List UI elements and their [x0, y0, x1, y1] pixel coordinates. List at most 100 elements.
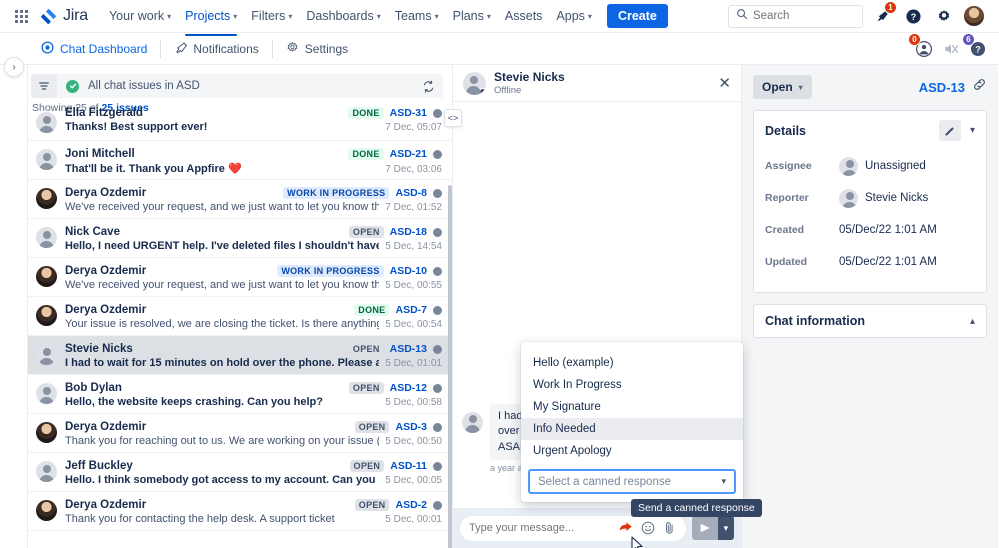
issue-key[interactable]: ASD-2 [395, 499, 427, 511]
field-value[interactable]: Unassigned [839, 156, 926, 176]
table-row[interactable]: Bob Dylan OPEN ASD-12 Hello, the website… [28, 375, 452, 414]
table-row[interactable]: Nick Cave OPEN ASD-18 Hello, I need URGE… [28, 219, 452, 258]
contact-name: Derya Ozdemir [65, 499, 147, 511]
sidebar-expand-button[interactable]: › [4, 57, 24, 77]
canned-response-icon[interactable] [618, 521, 633, 536]
jira-logo-link[interactable]: Jira [40, 7, 88, 25]
global-search[interactable] [728, 4, 863, 28]
gear-icon [286, 41, 299, 57]
message-preview: Your issue is resolved, we are closing t… [65, 318, 380, 330]
message-input-wrapper[interactable] [460, 515, 686, 541]
issue-key[interactable]: ASD-13 [390, 343, 427, 355]
chat-information-card[interactable]: Chat information ▴ [753, 304, 987, 338]
canned-option-urgent-apology[interactable]: Urgent Apology [521, 440, 743, 462]
row-tags: OPEN ASD-18 [348, 226, 442, 238]
code-expand-icon[interactable]: <> [444, 109, 462, 127]
row-body: Stevie Nicks OPEN ASD-13 I had to wait f… [65, 343, 442, 369]
notifications-button[interactable]: 1 [870, 1, 897, 28]
canned-response-select[interactable]: Select a canned response ▾ [528, 469, 736, 494]
contact-name: Ella Fitzgerald [65, 107, 143, 119]
row-tags: OPEN ASD-12 [348, 382, 442, 394]
table-row[interactable]: Ella Fitzgerald DONE ASD-31 Thanks! Best… [28, 107, 452, 141]
help-button[interactable]: ? [901, 4, 925, 28]
close-icon[interactable]: ✕ [718, 76, 731, 91]
issue-key[interactable]: ASD-13 [919, 80, 965, 95]
row-preview: Thank you for reaching out to us. We are… [65, 435, 442, 447]
chevron-down-icon[interactable]: ▾ [970, 125, 975, 136]
status-badge: DONE [354, 304, 390, 316]
chat-information-header: Chat information ▴ [754, 305, 986, 337]
nav-projects[interactable]: Projects ▾ [178, 3, 244, 36]
agent-status-icon[interactable]: 0 [908, 32, 935, 60]
field-value[interactable]: Stevie Nicks [839, 188, 928, 208]
issue-key[interactable]: ASD-12 [390, 382, 427, 394]
issue-key[interactable]: ASD-21 [390, 148, 427, 160]
agent-status-badge: 0 [908, 32, 921, 46]
user-avatar[interactable] [963, 5, 985, 27]
canned-option-info-needed[interactable]: Info Needed [521, 418, 743, 440]
left-rail-divider [27, 45, 28, 548]
nav-dashboards[interactable]: Dashboards ▾ [299, 3, 387, 29]
help-circle-icon[interactable]: ? 6 [962, 32, 989, 60]
table-row-selected[interactable]: Stevie Nicks OPEN ASD-13 I had to wait f… [28, 336, 452, 375]
status-dropdown-button[interactable]: Open ▾ [753, 75, 812, 99]
paperclip-icon[interactable] [662, 521, 677, 536]
emoji-icon[interactable] [640, 521, 655, 536]
row-preview: Hello, I need URGENT help. I've deleted … [65, 240, 442, 252]
timestamp: 5 Dec, 00:58 [385, 397, 442, 408]
row-tags: WORK IN PROGRESS ASD-10 [277, 265, 442, 277]
help-badge: 6 [962, 32, 975, 46]
table-row[interactable]: Derya Ozdemir WORK IN PROGRESS ASD-10 We… [28, 258, 452, 297]
tab-settings[interactable]: Settings [273, 33, 361, 64]
issue-key[interactable]: ASD-7 [395, 304, 427, 316]
message-input[interactable] [469, 522, 611, 534]
canned-option-hello[interactable]: Hello (example) [521, 352, 743, 374]
issue-key[interactable]: ASD-18 [390, 226, 427, 238]
issue-key[interactable]: ASD-10 [390, 265, 427, 277]
create-button[interactable]: Create [606, 4, 668, 28]
nav-apps[interactable]: Apps ▾ [549, 3, 599, 29]
canned-option-work-in-progress[interactable]: Work In Progress [521, 374, 743, 396]
field-label: Created [765, 224, 805, 236]
nav-your-work[interactable]: Your work ▾ [102, 3, 178, 29]
nav-filters[interactable]: Filters ▾ [244, 3, 299, 29]
issue-key[interactable]: ASD-31 [390, 107, 427, 119]
field-created: Created 05/Dec/22 1:01 AM [765, 216, 975, 244]
tab-chat-dashboard[interactable]: Chat Dashboard [28, 33, 160, 64]
contact-name: Derya Ozdemir [65, 421, 147, 433]
unread-dot [433, 461, 442, 471]
card-title: Details [765, 123, 806, 138]
refresh-icon[interactable] [422, 80, 435, 93]
issue-key[interactable]: ASD-11 [390, 460, 427, 472]
nav-label: Dashboards [306, 9, 374, 23]
nav-assets[interactable]: Assets [498, 3, 550, 29]
nav-teams[interactable]: Teams ▾ [388, 3, 446, 29]
tab-notifications[interactable]: Notifications [161, 33, 271, 64]
settings-button[interactable] [932, 4, 956, 28]
message-preview: We've received your request, and we just… [65, 279, 380, 291]
issue-key[interactable]: ASD-8 [395, 187, 427, 199]
filter-icon[interactable] [31, 74, 57, 98]
app-switcher-icon[interactable] [10, 5, 32, 27]
table-row[interactable]: Derya Ozdemir DONE ASD-7 Your issue is r… [28, 297, 452, 336]
conversation-panel: Stevie Nicks Offline ✕ <> I had to wait … [444, 65, 762, 548]
search-input[interactable] [753, 10, 855, 22]
chevron-up-icon[interactable]: ▴ [970, 316, 975, 327]
table-row[interactable]: Derya Ozdemir WORK IN PROGRESS ASD-8 We'… [28, 180, 452, 219]
issue-key[interactable]: ASD-3 [395, 421, 427, 433]
top-navigation-bar: Jira Your work ▾ Projects ▾ Filters ▾ Da… [0, 0, 999, 36]
send-options-dropdown[interactable]: ▾ [717, 516, 734, 540]
avatar [36, 422, 57, 443]
contact-name: Derya Ozdemir [65, 265, 147, 277]
pencil-icon[interactable] [938, 120, 961, 141]
link-icon[interactable] [972, 77, 987, 97]
table-row[interactable]: Derya Ozdemir OPEN ASD-2 Thank you for c… [28, 492, 452, 531]
send-button[interactable] [692, 516, 718, 540]
nav-plans[interactable]: Plans ▾ [446, 3, 498, 29]
grid-dots [14, 9, 28, 23]
mute-icon[interactable] [940, 38, 962, 60]
canned-option-my-signature[interactable]: My Signature [521, 396, 743, 418]
table-row[interactable]: Joni Mitchell DONE ASD-21 That'll be it.… [28, 141, 452, 180]
table-row[interactable]: Derya Ozdemir OPEN ASD-3 Thank you for r… [28, 414, 452, 453]
table-row[interactable]: Jeff Buckley OPEN ASD-11 Hello. I think … [28, 453, 452, 492]
